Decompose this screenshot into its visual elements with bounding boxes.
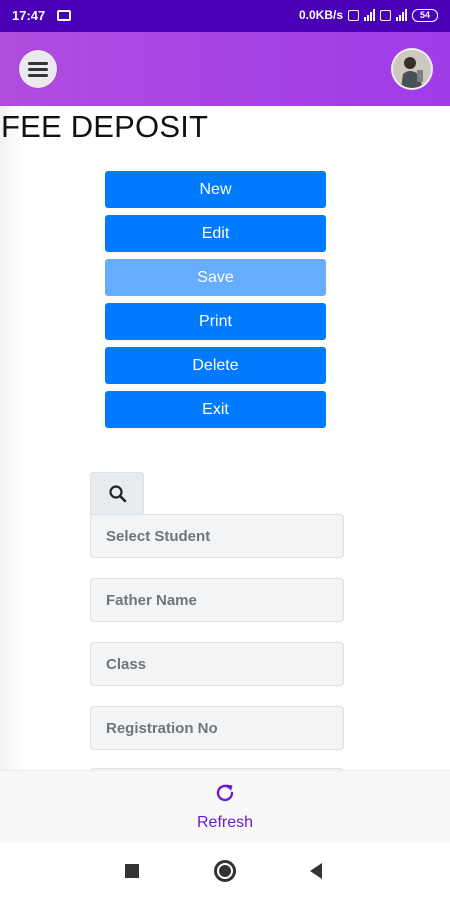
page-title: FEE DEPOSIT xyxy=(1,109,209,144)
menu-button[interactable] xyxy=(19,50,57,88)
status-bar: 17:47 0.0KB/s 54 xyxy=(0,0,450,32)
search-icon xyxy=(109,485,127,503)
class-field[interactable] xyxy=(90,642,344,686)
father-name-field[interactable] xyxy=(90,578,344,622)
battery-icon: 54 xyxy=(412,8,438,22)
signal-icon xyxy=(364,9,375,21)
avatar[interactable] xyxy=(393,50,431,88)
side-shadow xyxy=(0,106,22,770)
volte-icon-2 xyxy=(380,9,391,21)
app-bar xyxy=(0,32,450,106)
hamburger-icon xyxy=(28,62,48,65)
new-button[interactable]: New xyxy=(105,171,326,208)
print-button[interactable]: Print xyxy=(105,303,326,340)
save-button[interactable]: Save xyxy=(105,259,326,296)
registration-no-field[interactable] xyxy=(90,706,344,750)
hamburger-icon-line xyxy=(28,74,48,77)
status-indicators: 0.0KB/s 54 xyxy=(299,8,438,22)
home-icon[interactable] xyxy=(214,860,236,882)
refresh-button[interactable]: Refresh xyxy=(0,814,450,832)
hamburger-icon-line xyxy=(28,68,48,71)
network-speed: 0.0KB/s xyxy=(298,8,343,22)
signal-icon-2 xyxy=(396,9,407,21)
action-buttons: New Edit Save Print Delete Exit xyxy=(105,171,326,435)
edit-button[interactable]: Edit xyxy=(105,215,326,252)
volte-icon xyxy=(348,9,359,21)
message-icon xyxy=(57,10,71,21)
delete-button[interactable]: Delete xyxy=(105,347,326,384)
bottom-action-bar: Refresh xyxy=(0,770,450,843)
back-icon[interactable] xyxy=(310,863,322,879)
recent-apps-icon[interactable] xyxy=(125,864,139,878)
status-time: 17:47 xyxy=(12,8,46,23)
user-photo-icon xyxy=(393,50,431,88)
refresh-icon[interactable] xyxy=(213,781,237,805)
system-nav-bar xyxy=(0,842,450,900)
student-select-field[interactable] xyxy=(90,514,344,558)
exit-button[interactable]: Exit xyxy=(105,391,326,428)
search-button[interactable] xyxy=(90,472,144,515)
